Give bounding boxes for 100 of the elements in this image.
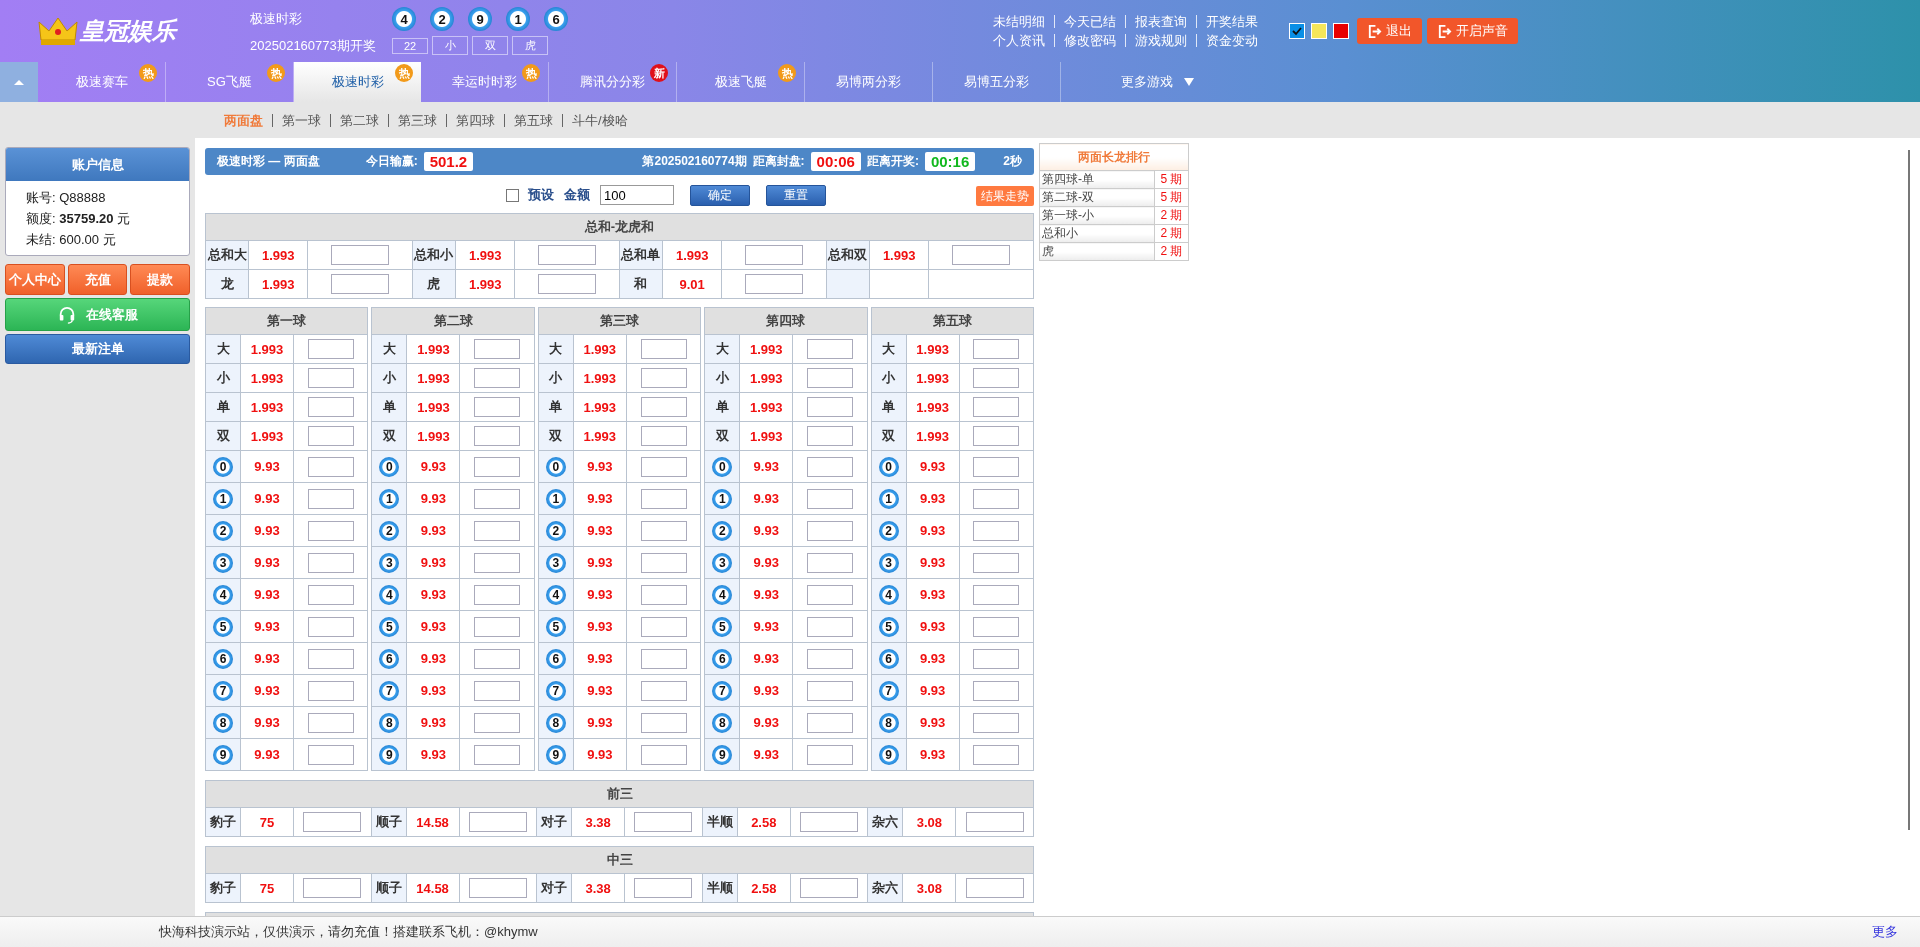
bet-amount-field[interactable]	[640, 456, 687, 477]
bet-amount-field[interactable]	[640, 339, 687, 359]
bet-amount-field[interactable]	[303, 878, 362, 898]
account-button[interactable]: 个人中心	[5, 264, 65, 295]
header-link[interactable]: 报表查询	[1125, 15, 1196, 28]
header-link[interactable]: 游戏规则	[1125, 34, 1196, 47]
bet-amount-field[interactable]	[806, 648, 853, 669]
game-tab[interactable]: 极速时彩 热	[294, 62, 421, 102]
preset-checkbox[interactable]	[506, 188, 519, 202]
header-link[interactable]: 开奖结果	[1196, 15, 1267, 28]
account-button[interactable]: 提款	[130, 264, 190, 295]
bet-amount-field[interactable]	[307, 397, 354, 417]
bet-amount-field[interactable]	[307, 520, 354, 541]
bet-amount-field[interactable]	[640, 648, 687, 669]
bet-amount-field[interactable]	[806, 616, 853, 637]
bet-amount-field[interactable]	[307, 584, 354, 605]
bet-amount-field[interactable]	[952, 245, 1011, 265]
bet-amount-field[interactable]	[973, 712, 1020, 733]
bet-amount-field[interactable]	[474, 680, 521, 701]
header-link[interactable]: 修改密码	[1054, 34, 1125, 47]
bet-amount-field[interactable]	[973, 520, 1020, 541]
bet-amount-field[interactable]	[973, 426, 1020, 446]
bet-amount-field[interactable]	[806, 456, 853, 477]
play-type-link[interactable]: 第四球	[446, 113, 504, 127]
bet-amount-field[interactable]	[640, 520, 687, 541]
bet-amount-field[interactable]	[307, 616, 354, 637]
bet-amount-field[interactable]	[307, 712, 354, 733]
bet-amount-field[interactable]	[468, 812, 527, 832]
amount-field[interactable]: 100	[600, 185, 674, 205]
bet-amount-field[interactable]	[474, 488, 521, 509]
bet-amount-field[interactable]	[973, 584, 1020, 605]
bet-amount-field[interactable]	[965, 878, 1024, 898]
bet-amount-field[interactable]	[806, 339, 853, 359]
bet-amount-field[interactable]	[307, 552, 354, 573]
header-button[interactable]: 开启声音	[1427, 18, 1518, 44]
play-type-link[interactable]: 第二球	[330, 113, 388, 127]
bet-amount-field[interactable]	[474, 616, 521, 637]
bet-amount-field[interactable]	[806, 744, 853, 765]
bet-amount-field[interactable]	[474, 744, 521, 765]
bet-amount-field[interactable]	[640, 368, 687, 388]
theme-swatch[interactable]	[1289, 23, 1305, 39]
bet-amount-field[interactable]	[474, 368, 521, 388]
header-link[interactable]: 个人资讯	[993, 34, 1054, 47]
scrollbar[interactable]	[1908, 150, 1910, 830]
bet-amount-field[interactable]	[640, 744, 687, 765]
bet-amount-field[interactable]	[307, 426, 354, 446]
bet-amount-field[interactable]	[640, 584, 687, 605]
bet-amount-field[interactable]	[468, 878, 527, 898]
bet-amount-field[interactable]	[973, 368, 1020, 388]
theme-swatch[interactable]	[1333, 23, 1349, 39]
bet-amount-field[interactable]	[973, 488, 1020, 509]
play-type-link[interactable]: 第一球	[272, 113, 330, 127]
bet-amount-field[interactable]	[474, 397, 521, 417]
play-type-link[interactable]: 两面盘	[215, 113, 272, 127]
account-button[interactable]: 充值	[67, 264, 128, 295]
action-button[interactable]: 确定	[690, 184, 750, 206]
play-type-link[interactable]: 斗牛/梭哈	[562, 113, 637, 127]
more-link[interactable]: 更多	[1872, 923, 1898, 941]
bet-amount-field[interactable]	[307, 744, 354, 765]
bet-amount-field[interactable]	[806, 520, 853, 541]
bet-amount-field[interactable]	[973, 456, 1020, 477]
bet-amount-field[interactable]	[307, 680, 354, 701]
bet-amount-field[interactable]	[474, 552, 521, 573]
bet-amount-field[interactable]	[806, 426, 853, 446]
bet-amount-field[interactable]	[474, 339, 521, 359]
bet-amount-field[interactable]	[307, 456, 354, 477]
trend-button[interactable]: 结果走势	[976, 186, 1034, 206]
action-button[interactable]: 重置	[766, 184, 826, 206]
customer-service-button[interactable]: 在线客服	[5, 298, 190, 331]
bet-amount-field[interactable]	[331, 245, 390, 265]
header-button[interactable]: 退出	[1357, 18, 1422, 44]
bet-amount-field[interactable]	[538, 245, 597, 265]
bet-amount-field[interactable]	[474, 456, 521, 477]
bet-amount-field[interactable]	[640, 552, 687, 573]
bet-amount-field[interactable]	[474, 426, 521, 446]
bet-amount-field[interactable]	[474, 584, 521, 605]
bet-amount-field[interactable]	[973, 339, 1020, 359]
bet-amount-field[interactable]	[806, 712, 853, 733]
bet-amount-field[interactable]	[806, 488, 853, 509]
bet-amount-field[interactable]	[474, 648, 521, 669]
bet-amount-field[interactable]	[973, 552, 1020, 573]
bet-amount-field[interactable]	[307, 368, 354, 388]
bet-amount-field[interactable]	[800, 878, 859, 898]
header-link[interactable]: 今天已结	[1054, 15, 1125, 28]
bet-amount-field[interactable]	[640, 397, 687, 417]
bet-amount-field[interactable]	[745, 274, 804, 294]
bet-amount-field[interactable]	[806, 397, 853, 417]
bet-amount-field[interactable]	[307, 488, 354, 509]
bet-amount-field[interactable]	[806, 584, 853, 605]
bet-amount-field[interactable]	[640, 426, 687, 446]
bet-amount-field[interactable]	[474, 520, 521, 541]
bet-amount-field[interactable]	[538, 274, 597, 294]
more-games-menu[interactable]: 更多游戏	[1121, 62, 1195, 102]
bet-amount-field[interactable]	[800, 812, 859, 832]
play-type-link[interactable]: 第三球	[388, 113, 446, 127]
bet-amount-field[interactable]	[331, 274, 390, 294]
bet-amount-field[interactable]	[640, 616, 687, 637]
bet-amount-field[interactable]	[307, 648, 354, 669]
bet-amount-field[interactable]	[973, 744, 1020, 765]
bet-amount-field[interactable]	[303, 812, 362, 832]
